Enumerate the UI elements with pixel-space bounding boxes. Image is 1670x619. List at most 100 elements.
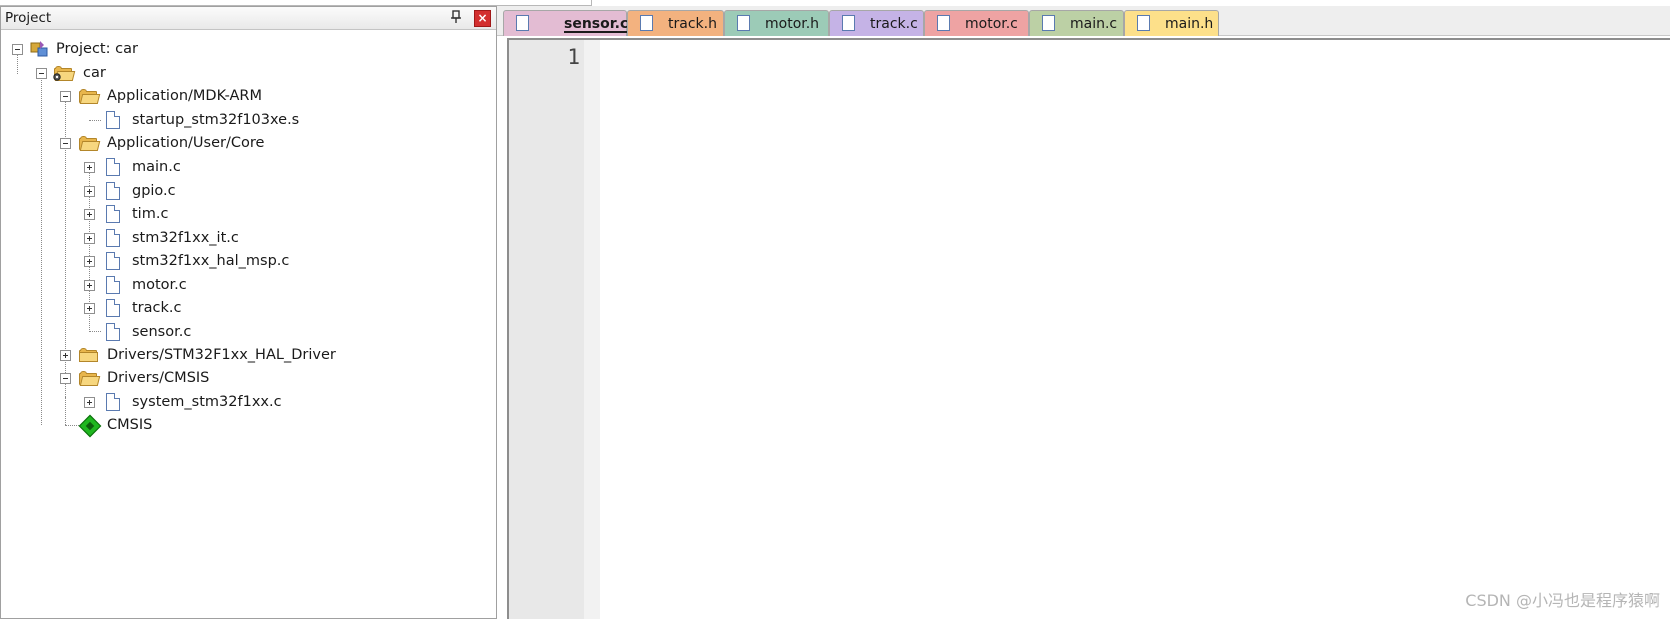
tree-label: car [83, 65, 106, 81]
ide-window: Project × Project: car car Application/M… [0, 0, 1670, 619]
pin-icon[interactable] [448, 10, 464, 26]
file-icon [106, 158, 120, 176]
tree-label: Drivers/CMSIS [107, 370, 210, 386]
tree-label: stm32f1xx_hal_msp.c [132, 253, 290, 269]
tree-label: main.c [132, 159, 181, 175]
tree-item-file-msp-c[interactable]: stm32f1xx_hal_msp.c [1, 250, 301, 274]
target-folder-icon [53, 66, 76, 81]
tree-label: motor.c [132, 277, 187, 293]
tree-label: system_stm32f1xx.c [132, 394, 282, 410]
file-icon [1042, 15, 1055, 31]
panel-title: Project [5, 10, 52, 26]
file-icon [106, 252, 120, 270]
file-icon [640, 15, 653, 31]
tree-item-file-system-c[interactable]: system_stm32f1xx.c [1, 391, 301, 415]
tab-track-c[interactable]: track.c [829, 10, 924, 36]
tree-label: track.c [132, 300, 182, 316]
tree-item-target-car[interactable]: car [1, 62, 301, 86]
tree-label: sensor.c [132, 324, 192, 340]
cmsis-component-icon [78, 414, 102, 438]
close-panel-button[interactable]: × [474, 10, 491, 27]
tree-item-cmsis-pack[interactable]: CMSIS [1, 414, 301, 438]
file-icon [737, 15, 750, 31]
folder-closed-icon [79, 348, 99, 363]
collapse-icon[interactable] [60, 373, 71, 384]
tab-label: track.c [870, 16, 918, 32]
tab-label: main.h [1165, 16, 1214, 32]
tree-label: Project: car [56, 41, 138, 57]
tree-item-file-track-c[interactable]: track.c [1, 297, 301, 321]
tree-item-file-it-c[interactable]: stm32f1xx_it.c [1, 227, 301, 251]
expand-icon[interactable] [84, 186, 95, 197]
file-icon [106, 393, 120, 411]
tree-item-file-startup[interactable]: startup_stm32f103xe.s [1, 109, 301, 133]
tab-main-c[interactable]: main.c [1029, 10, 1124, 36]
tree-label: stm32f1xx_it.c [132, 230, 239, 246]
expand-icon[interactable] [60, 350, 71, 361]
file-icon [106, 276, 120, 294]
expand-icon[interactable] [84, 256, 95, 267]
tree-item-file-motor-c[interactable]: motor.c [1, 274, 301, 298]
tree-label: Drivers/STM32F1xx_HAL_Driver [107, 347, 336, 363]
tab-motor-h[interactable]: motor.h [724, 10, 829, 36]
project-panel: Project × Project: car car Application/M… [0, 6, 497, 619]
tree-label: tim.c [132, 206, 169, 222]
expand-icon[interactable] [84, 280, 95, 291]
tree-label: gpio.c [132, 183, 176, 199]
expand-icon[interactable] [84, 162, 95, 173]
folder-open-icon [79, 136, 101, 151]
tab-sensor-c[interactable]: sensor.c [503, 10, 629, 36]
tab-label: main.c [1070, 16, 1118, 32]
code-editor[interactable]: 1 [507, 38, 1670, 619]
tree-item-group-hal-driver[interactable]: Drivers/STM32F1xx_HAL_Driver [1, 344, 361, 368]
tree-item-file-main-c[interactable]: main.c [1, 156, 301, 180]
tree-item-file-tim-c[interactable]: tim.c [1, 203, 301, 227]
tab-label: track.h [668, 16, 717, 32]
tree-item-group-cmsis[interactable]: Drivers/CMSIS [1, 367, 301, 391]
tree-label: Application/User/Core [107, 135, 265, 151]
file-icon [106, 323, 120, 341]
file-icon [106, 111, 120, 129]
file-icon [106, 299, 120, 317]
file-icon [516, 15, 529, 31]
tab-motor-c[interactable]: motor.c [924, 10, 1029, 36]
editor-area: sensor.c track.h motor.h track.c motor.c… [497, 6, 1670, 619]
tree-label: CMSIS [107, 417, 153, 433]
folder-open-icon [79, 371, 101, 386]
file-icon [106, 229, 120, 247]
collapse-icon[interactable] [36, 68, 47, 79]
tree-label: startup_stm32f103xe.s [132, 112, 300, 128]
file-icon [842, 15, 855, 31]
editor-tab-bar: sensor.c track.h motor.h track.c motor.c… [497, 6, 1670, 36]
collapse-icon[interactable] [12, 44, 23, 55]
file-icon [106, 182, 120, 200]
line-number: 1 [567, 45, 580, 69]
expand-icon[interactable] [84, 303, 95, 314]
tree-item-project-root[interactable]: Project: car [1, 38, 301, 62]
collapse-icon[interactable] [60, 138, 71, 149]
tree-item-group-mdk-arm[interactable]: Application/MDK-ARM [1, 85, 301, 109]
file-icon [1137, 15, 1150, 31]
watermark: CSDN @小冯也是程序猿啊 [1465, 591, 1660, 610]
tree-item-file-sensor-c[interactable]: sensor.c [1, 321, 301, 345]
project-tree: Project: car car Application/MDK-ARM sta… [1, 30, 496, 618]
file-icon [106, 205, 120, 223]
expand-icon[interactable] [84, 397, 95, 408]
project-panel-header: Project × [1, 7, 496, 30]
expand-icon[interactable] [84, 209, 95, 220]
collapse-icon[interactable] [60, 91, 71, 102]
tab-label: sensor.c [564, 16, 629, 32]
tab-label: motor.h [765, 16, 820, 32]
tab-main-h[interactable]: main.h [1124, 10, 1219, 36]
fold-margin[interactable] [584, 40, 600, 619]
folder-open-icon [79, 89, 101, 104]
tree-item-file-gpio-c[interactable]: gpio.c [1, 180, 301, 204]
line-number-gutter: 1 [509, 40, 584, 619]
project-icon [30, 40, 50, 58]
expand-icon[interactable] [84, 233, 95, 244]
file-icon [937, 15, 950, 31]
tab-label: motor.c [965, 16, 1018, 32]
tab-track-h[interactable]: track.h [627, 10, 724, 36]
tree-label: Application/MDK-ARM [107, 88, 262, 104]
tree-item-group-user-core[interactable]: Application/User/Core [1, 132, 301, 156]
